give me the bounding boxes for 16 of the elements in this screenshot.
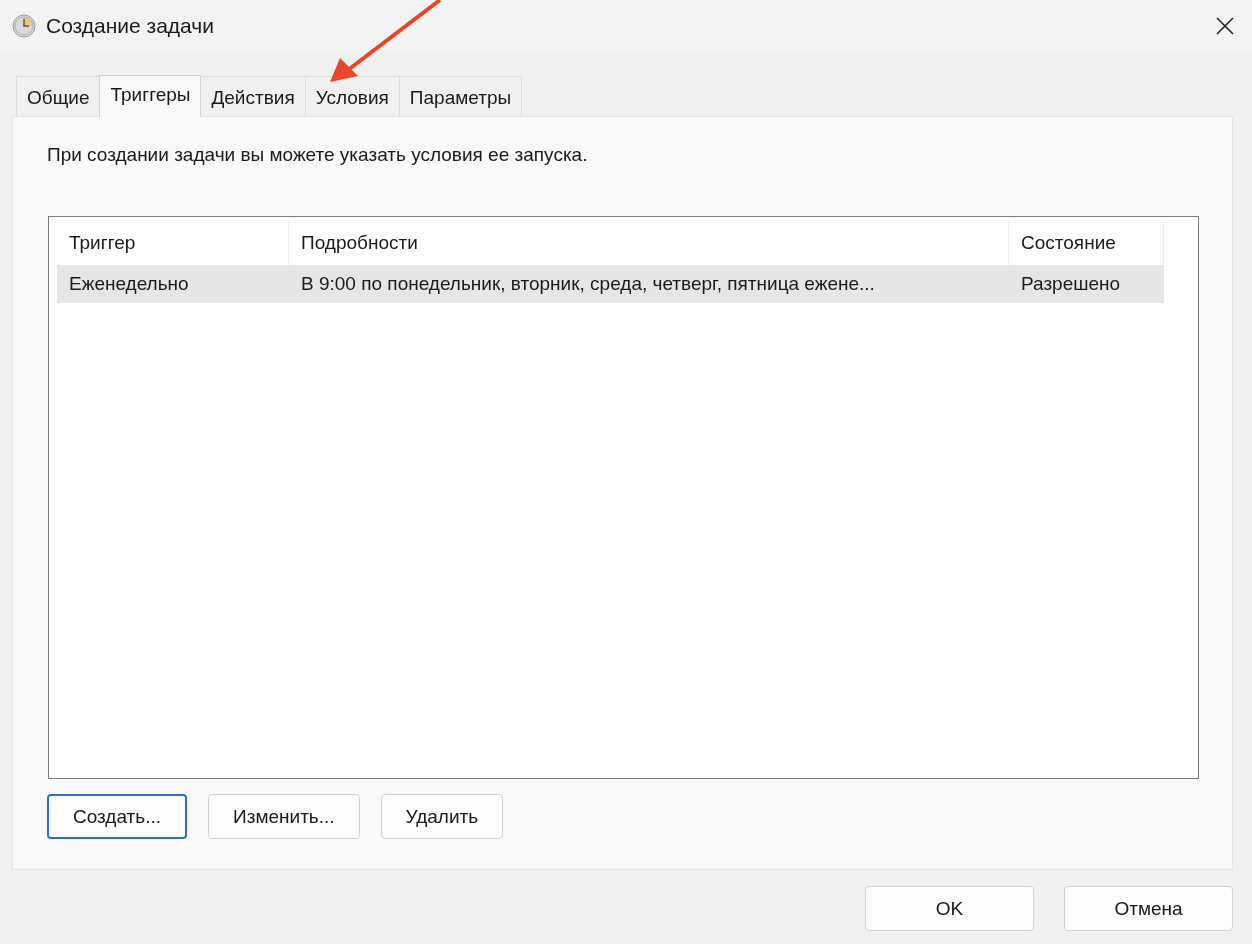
clock-icon [12, 14, 36, 38]
table-cell: Разрешено [1009, 265, 1164, 303]
dialog-button[interactable]: Отмена [1064, 886, 1233, 931]
action-button[interactable]: Создать... [47, 794, 188, 839]
tab[interactable]: Параметры [398, 76, 523, 116]
table-cell: В 9:00 по понедельник, вторник, среда, четверг, пятница ежене... [289, 265, 1009, 303]
window-title: Создание задачи [46, 14, 215, 38]
action-button[interactable]: Удалить [380, 794, 504, 839]
dialog-button[interactable]: OK [865, 886, 1034, 931]
close-icon [1215, 16, 1235, 36]
description-text: При создании задачи вы можете указать условия ее запуска. [47, 144, 589, 166]
tab[interactable]: Общие [16, 76, 101, 116]
table-cell: Еженедельно [57, 265, 289, 303]
action-button[interactable]: Изменить... [208, 794, 360, 839]
tab[interactable]: Триггеры [99, 75, 202, 117]
table-row[interactable]: Еженедельно В 9:00 по понедельник, вторник, среда, четверг, пятница ежене... Разрешено [57, 265, 1164, 303]
